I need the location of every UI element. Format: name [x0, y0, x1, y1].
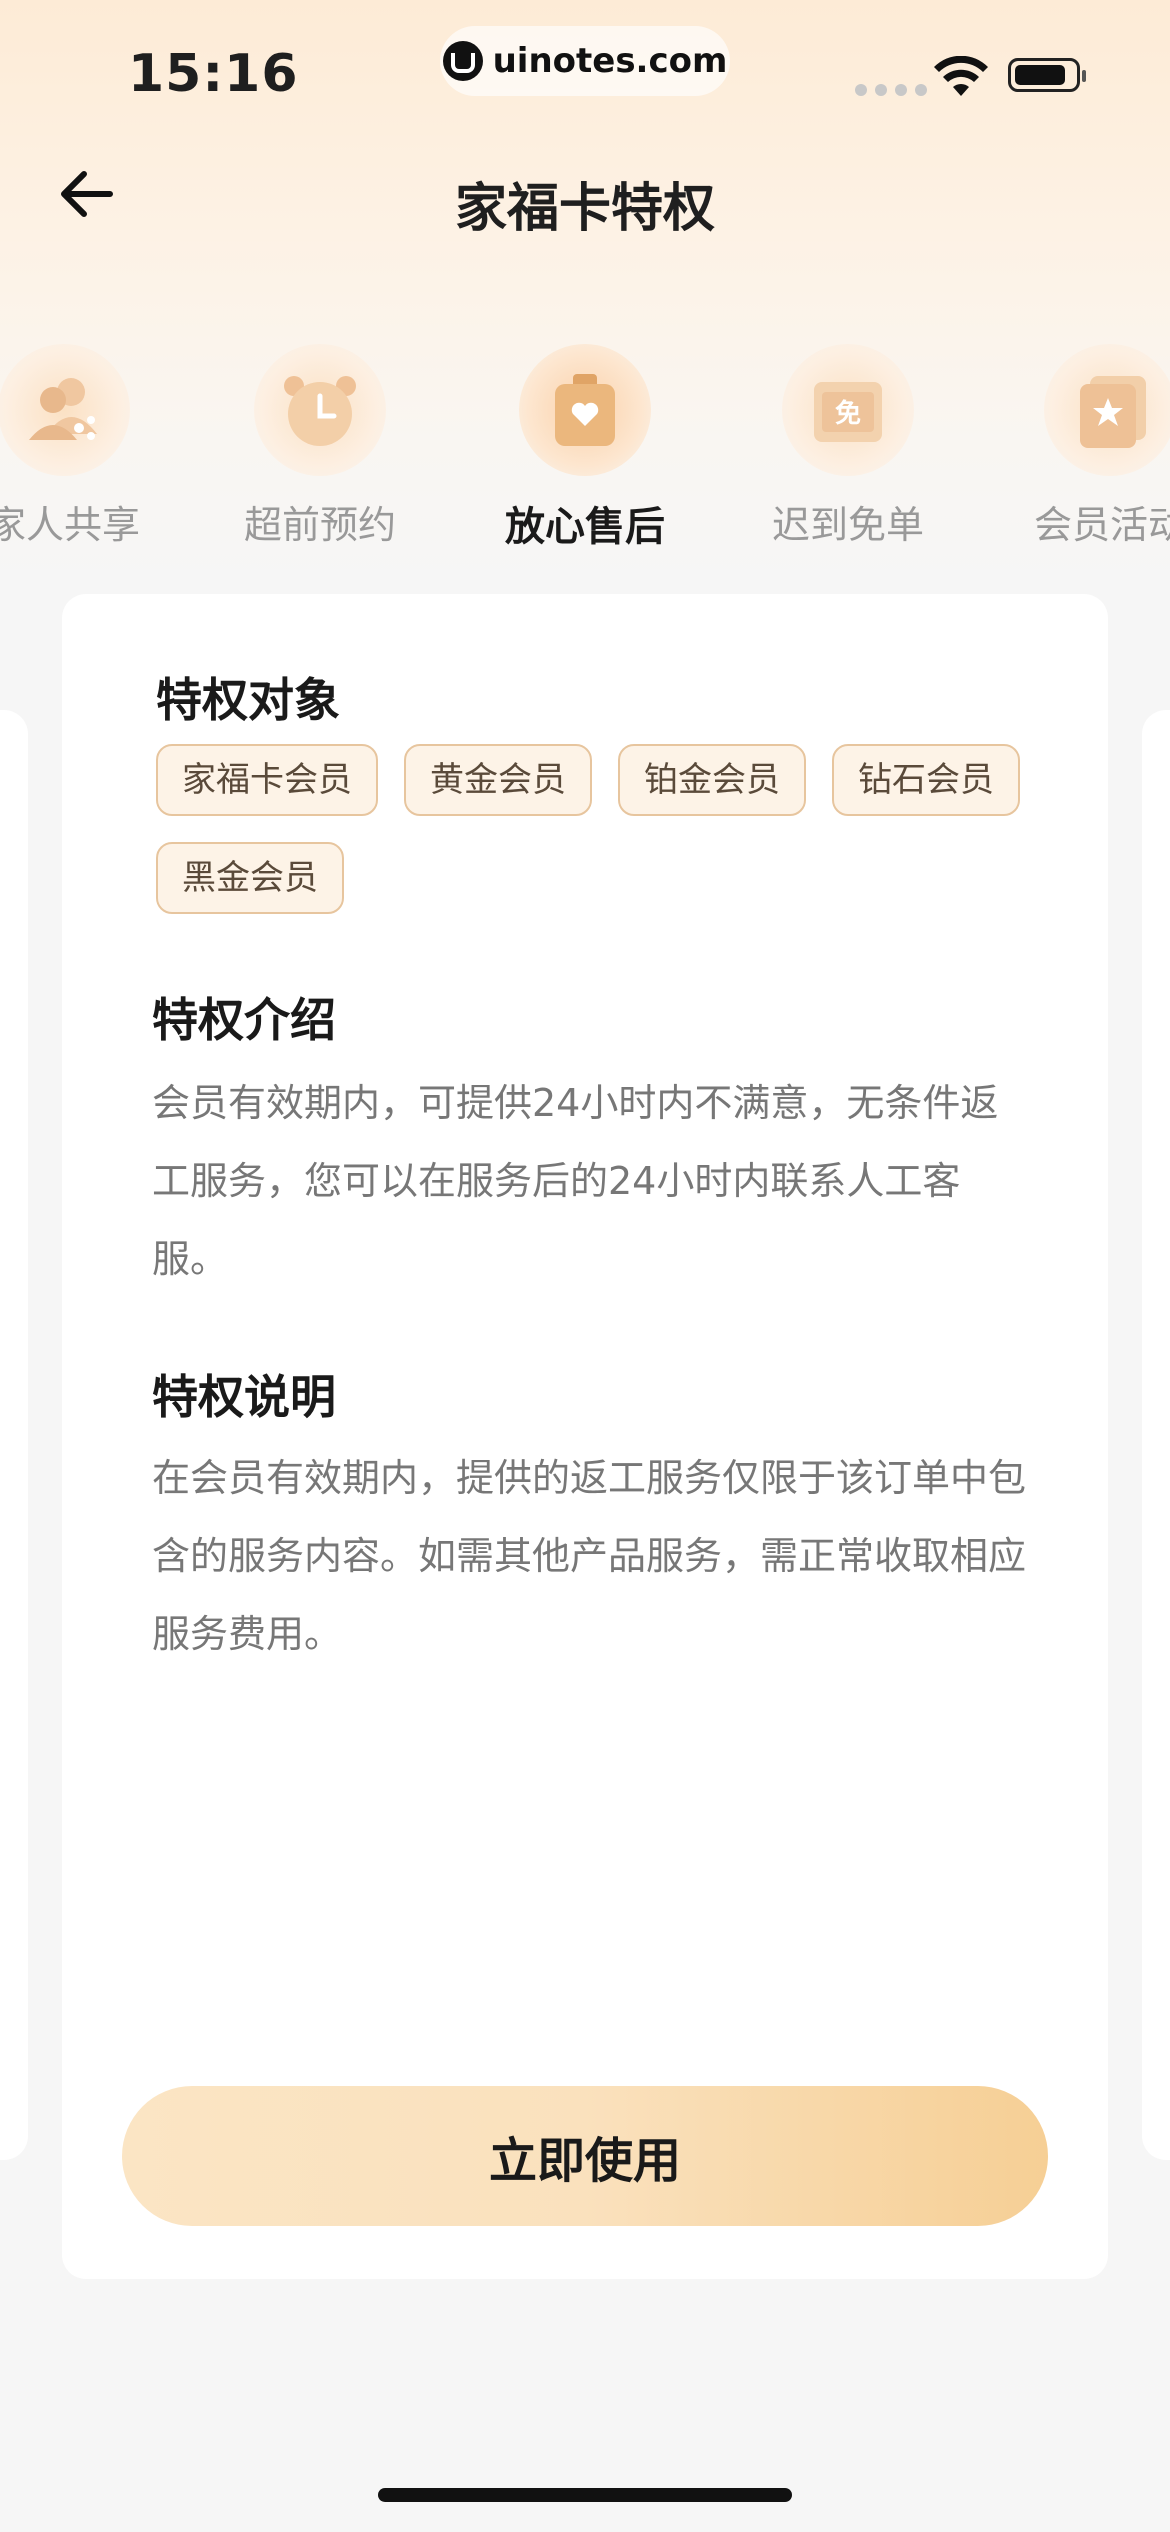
tab-family-share[interactable]: 家人共享: [0, 344, 184, 549]
tab-label: 家人共享: [0, 503, 140, 547]
member-tags: 家福卡会员 黄金会员 铂金会员 钻石会员 黑金会员: [156, 744, 1036, 914]
home-indicator: [378, 2488, 792, 2502]
tab-late-free[interactable]: 免 迟到免单: [728, 344, 968, 549]
tab-after-sales[interactable]: 放心售后: [465, 344, 705, 552]
battery-icon: [1008, 58, 1086, 92]
page-title: 家福卡特权: [454, 179, 715, 239]
tab-label: 超前预约: [243, 503, 396, 547]
tab-member-events[interactable]: 会员活动: [990, 344, 1170, 549]
tab-label: 迟到免单: [771, 503, 924, 547]
intro-text: 会员有效期内，可提供24小时内不满意，无条件返工服务，您可以在服务后的24小时内…: [152, 1081, 999, 1281]
svg-text:免: 免: [835, 398, 861, 429]
heart-bag-icon: [519, 344, 651, 476]
next-card-peek[interactable]: [1142, 710, 1170, 2160]
member-tag: 黄金会员: [404, 744, 592, 816]
desc-text: 在会员有效期内，提供的返工服务仅限于该订单中包含的服务内容。如需其他产品服务，需…: [152, 1456, 1027, 1656]
signal-icon: [855, 84, 927, 96]
member-tag: 家福卡会员: [156, 744, 378, 816]
tab-label: 会员活动: [1033, 503, 1170, 547]
share-people-icon: [0, 344, 130, 476]
status-time: 15:16: [128, 44, 299, 104]
wifi-icon: [934, 56, 988, 96]
member-tag: 铂金会员: [618, 744, 806, 816]
tab-advance-booking[interactable]: 超前预约: [200, 344, 440, 549]
member-tag: 钻石会员: [832, 744, 1020, 816]
privilege-card: 特权对象 家福卡会员 黄金会员 铂金会员 钻石会员 黑金会员 特权介绍 会员有效…: [62, 594, 1108, 2279]
member-tag: 黑金会员: [156, 842, 344, 914]
url-text: uinotes.com: [492, 41, 728, 81]
prev-card-peek[interactable]: [0, 710, 28, 2160]
section-title-target: 特权对象: [156, 673, 340, 727]
star-flag-icon: [1044, 344, 1170, 476]
use-now-button[interactable]: 立即使用: [122, 2086, 1048, 2226]
section-title-intro: 特权介绍: [152, 993, 336, 1047]
section-title-desc: 特权说明: [152, 1370, 336, 1424]
url-pill[interactable]: uinotes.com: [440, 26, 730, 96]
alarm-clock-icon: [254, 344, 386, 476]
site-logo-icon: [442, 41, 483, 81]
tab-label: 放心售后: [505, 504, 665, 550]
free-coupon-icon: 免: [782, 344, 914, 476]
